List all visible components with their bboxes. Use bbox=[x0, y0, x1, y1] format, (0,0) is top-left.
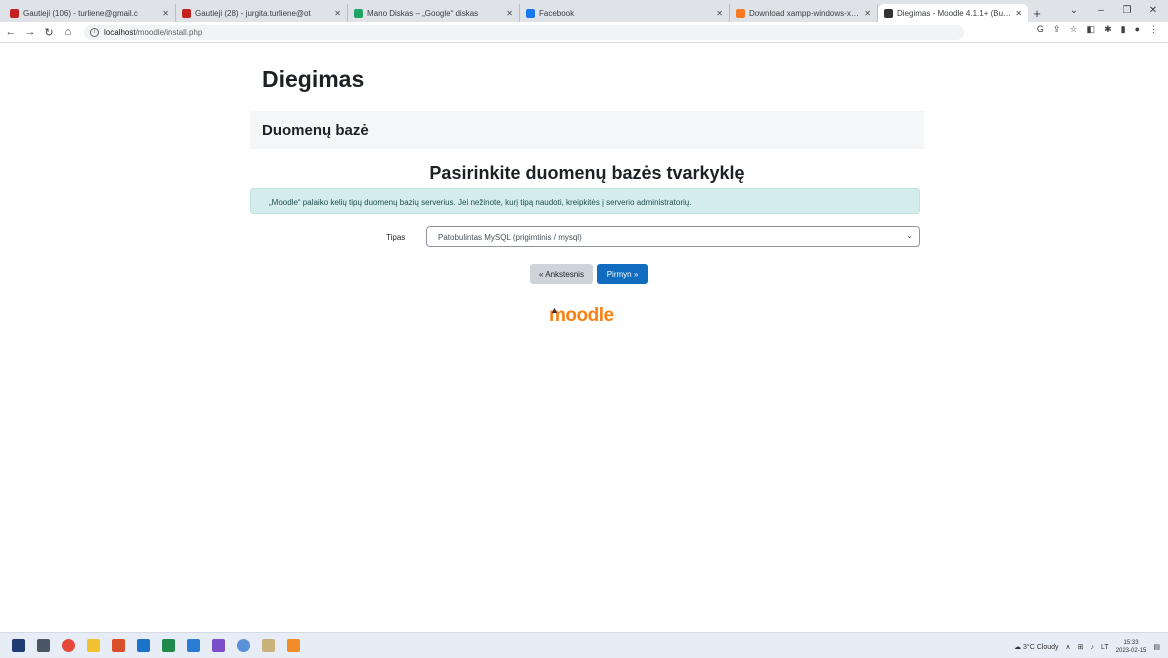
tab-close-icon[interactable]: ✕ bbox=[506, 9, 513, 18]
minimize-button[interactable]: – bbox=[1090, 2, 1112, 18]
volume-icon[interactable]: ♪ bbox=[1091, 644, 1095, 651]
address-bar-row: ← → ↻ ⌂ i localhost/moodle/install.php bbox=[0, 22, 1168, 43]
paint-icon[interactable] bbox=[262, 639, 275, 652]
outlook-icon[interactable] bbox=[137, 639, 150, 652]
tab-favicon-icon bbox=[736, 8, 745, 18]
browser-tab-strip: Gautieji (106) - turliene@gmail.c ✕ Gautie… bbox=[0, 0, 1168, 22]
graduation-cap-icon: ▲ bbox=[550, 305, 559, 315]
moodle-logo-text: moodle bbox=[549, 305, 614, 326]
excel-icon[interactable] bbox=[162, 639, 175, 652]
tab-favicon-icon bbox=[182, 8, 191, 18]
profile-icon[interactable]: ● bbox=[1135, 24, 1140, 35]
tab-title: Facebook bbox=[539, 8, 575, 18]
db-type-label: Tipas bbox=[386, 233, 406, 242]
chevron-up-icon[interactable]: ∧ bbox=[1066, 643, 1071, 651]
tab-favicon-icon bbox=[526, 8, 535, 18]
clock-time: 15:33 bbox=[1123, 640, 1139, 646]
browser-tab[interactable]: Mano Diskas – „Google“ diskas ✕ bbox=[348, 4, 520, 22]
notification-icon[interactable]: ▤ bbox=[1153, 643, 1160, 651]
weather-text: 3°C Cloudy bbox=[1023, 644, 1059, 651]
tab-title: Mano Diskas – „Google“ diskas bbox=[367, 8, 479, 18]
tab-search-button[interactable]: ⌄ bbox=[1063, 2, 1085, 18]
next-button[interactable]: Pirmyn » bbox=[597, 264, 648, 284]
clock[interactable]: 15:33 2023-02-15 bbox=[1116, 639, 1147, 655]
step-heading: Pasirinkite duomenų bazės tvarkyklę bbox=[429, 163, 745, 183]
info-alert-text: „Moodle“ palaiko kelių tipų duomenų bazi… bbox=[269, 198, 692, 207]
section-title: Duomenų bazė bbox=[262, 122, 369, 139]
task-view-icon[interactable] bbox=[37, 639, 50, 652]
google-lens-icon[interactable]: G bbox=[1037, 24, 1044, 35]
chevron-down-icon: ⌄ bbox=[906, 231, 913, 240]
home-icon[interactable]: ⌂ bbox=[60, 24, 76, 40]
browser-tab[interactable]: Gautieji (106) - turliene@gmail.c ✕ bbox=[4, 4, 176, 22]
xampp-icon[interactable] bbox=[287, 639, 300, 652]
tab-favicon-icon bbox=[354, 8, 363, 18]
url-field[interactable]: i localhost/moodle/install.php bbox=[84, 24, 964, 40]
browser-tab[interactable]: Diegimas - Moodle 4.1.1+ (Build: ✕ bbox=[878, 4, 1028, 22]
close-window-button[interactable]: ✕ bbox=[1142, 2, 1164, 18]
url-path: /moodle/install.php bbox=[135, 27, 203, 37]
url-host: localhost bbox=[104, 27, 136, 37]
section-header: Duomenų bazė bbox=[250, 111, 924, 149]
moodle-logo: moodle ▲ bbox=[549, 305, 614, 327]
sidebar-icon[interactable]: ▮ bbox=[1121, 24, 1126, 35]
weather-widget[interactable]: ☁ 3°C Cloudy bbox=[1014, 643, 1058, 651]
browser-tab[interactable]: Download xampp-windows-x64- ✕ bbox=[730, 4, 878, 22]
previous-button[interactable]: « Ankstesnis bbox=[530, 264, 593, 284]
cloud-icon: ☁ bbox=[1014, 644, 1022, 651]
chrome-icon[interactable] bbox=[62, 639, 75, 652]
visual-studio-icon[interactable] bbox=[212, 639, 225, 652]
language-indicator[interactable]: LT bbox=[1101, 644, 1109, 651]
new-tab-button[interactable]: + bbox=[1028, 4, 1046, 22]
tab-close-icon[interactable]: ✕ bbox=[162, 9, 169, 18]
tab-close-icon[interactable]: ✕ bbox=[1015, 9, 1022, 18]
windows-taskbar: ☁ 3°C Cloudy ∧ ⊞ ♪ LT 15:33 2023-02-15 ▤ bbox=[0, 632, 1168, 658]
share-icon[interactable]: ⇪ bbox=[1053, 24, 1061, 35]
tab-title: Gautieji (106) - turliene@gmail.c bbox=[23, 8, 138, 18]
back-icon[interactable]: ← bbox=[3, 24, 19, 40]
bookmark-star-icon[interactable]: ☆ bbox=[1069, 24, 1077, 35]
network-icon[interactable]: ⊞ bbox=[1078, 643, 1084, 651]
tab-close-icon[interactable]: ✕ bbox=[334, 9, 341, 18]
system-tray: ☁ 3°C Cloudy ∧ ⊞ ♪ LT 15:33 2023-02-15 ▤ bbox=[1014, 639, 1160, 655]
page-title: Diegimas bbox=[262, 66, 365, 92]
tab-title: Gautieji (28) - jurgita.turliene@ot bbox=[195, 8, 311, 18]
restore-button[interactable]: ❐ bbox=[1116, 2, 1138, 18]
menu-icon[interactable]: ⋮ bbox=[1149, 24, 1158, 35]
tab-title: Diegimas - Moodle 4.1.1+ (Build: bbox=[897, 8, 1012, 18]
db-type-select-value: Patobulintas MySQL (prigimtinis / mysql) bbox=[438, 233, 582, 242]
start-icon[interactable] bbox=[12, 639, 25, 652]
tab-title: Download xampp-windows-x64- bbox=[749, 8, 861, 18]
browser-tab[interactable]: Gautieji (28) - jurgita.turliene@ot ✕ bbox=[176, 4, 348, 22]
site-info-icon[interactable]: i bbox=[90, 27, 99, 37]
clock-date: 2023-02-15 bbox=[1115, 648, 1147, 654]
tab-favicon-icon bbox=[884, 8, 893, 18]
file-explorer-icon[interactable] bbox=[87, 639, 100, 652]
word-icon[interactable] bbox=[187, 639, 200, 652]
browser-tab[interactable]: Facebook ✕ bbox=[520, 4, 730, 22]
browser-toolbar-icons: G ⇪ ☆ ◧ ✱ ▮ ● ⋮ bbox=[1037, 24, 1158, 35]
info-alert: „Moodle“ palaiko kelių tipų duomenų bazi… bbox=[250, 188, 920, 214]
tab-favicon-icon bbox=[10, 8, 19, 18]
tab-close-icon[interactable]: ✕ bbox=[864, 9, 871, 18]
cortana-icon[interactable] bbox=[237, 639, 250, 652]
reload-icon[interactable]: ↻ bbox=[41, 24, 57, 40]
db-type-select[interactable]: Patobulintas MySQL (prigimtinis / mysql)… bbox=[426, 226, 920, 247]
forward-icon[interactable]: → bbox=[22, 24, 38, 40]
extension-icon[interactable]: ◧ bbox=[1087, 24, 1096, 35]
tab-close-icon[interactable]: ✕ bbox=[716, 9, 723, 18]
puzzle-icon[interactable]: ✱ bbox=[1104, 24, 1112, 35]
office-icon[interactable] bbox=[112, 639, 125, 652]
